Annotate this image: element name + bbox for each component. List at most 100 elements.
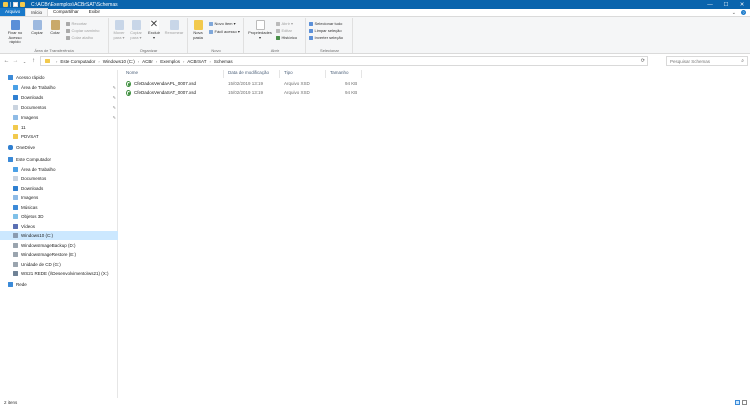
nav-quick-documents[interactable]: Documentos ✎ [0,103,118,112]
properties-icon[interactable] [13,2,18,7]
details-view-icon[interactable] [735,400,740,405]
back-button[interactable]: ← [2,56,11,66]
breadcrumb-acbr[interactable]: ACBr [142,59,153,64]
paste-shortcut-button[interactable]: Colar atalho [66,35,93,40]
new-item-button[interactable]: Novo item ▾ [209,21,236,26]
up-button[interactable]: ↑ [29,56,38,66]
delete-button[interactable]: ✕ Excluir ▾ [147,20,161,40]
large-icons-view-icon[interactable] [742,400,747,405]
column-type[interactable]: Tipo [284,70,293,75]
breadcrumb-this-pc[interactable]: Este Computador [60,59,95,64]
breadcrumb-exemplos[interactable]: Exemplos [160,59,180,64]
quick-access-toolbar [0,2,25,7]
nav-quick-pdvsat[interactable]: PDVSAT [0,132,118,141]
column-separator[interactable] [325,70,326,78]
copy-path-button[interactable]: Copiar caminho [66,28,100,33]
column-name[interactable]: Nome [126,70,138,75]
address-bar[interactable]: › Este Computador › Windows10 (C:) › ACB… [40,56,648,66]
nav-pc-pictures[interactable]: Imagens [0,193,118,202]
nav-onedrive[interactable]: OneDrive [0,143,118,152]
properties-button[interactable]: Propriedades ▾ [247,20,273,40]
new-folder-icon[interactable] [20,2,25,7]
new-folder-button[interactable]: Nova pasta [191,20,205,40]
breadcrumb-c-drive[interactable]: Windows10 (C:) [103,59,135,64]
select-all-button[interactable]: Selecionar tudo [309,21,342,26]
select-all-icon [309,21,313,26]
nav-pc-downloads[interactable]: Downloads [0,184,118,193]
status-bar: 2 itens [0,398,750,407]
chevron-right-icon: › [209,58,211,64]
paste-shortcut-icon [66,35,70,40]
open-button[interactable]: Abrir ▾ [276,21,293,26]
copy-icon [32,20,42,30]
invert-selection-button[interactable]: Inverter seleção [309,35,343,40]
nav-quick-desktop[interactable]: Área de Trabalho ✎ [0,83,118,92]
nav-pc-e-drive[interactable]: WindowsImageRestore (E:) [0,250,118,259]
column-separator[interactable] [279,70,280,78]
column-size[interactable]: Tamanho [330,70,349,75]
pin-icon: ✎ [112,115,116,120]
edit-button[interactable]: Editar [276,28,292,33]
recent-locations-button[interactable]: ⌄ [20,56,29,66]
group-label-open: Abrir [270,48,280,53]
select-none-button[interactable]: Limpar seleção [309,28,342,33]
cloud-icon [8,145,13,150]
column-modified[interactable]: Data de modificação [228,70,269,75]
nav-pc-videos[interactable]: Vídeos [0,222,118,231]
nav-pc-documents[interactable]: Documentos [0,174,118,183]
chevron-right-icon: › [56,58,58,64]
nav-pc-c-drive[interactable]: Windows10 (C:) [0,231,118,240]
column-separator[interactable] [361,70,362,78]
cut-button[interactable]: Recortar [66,21,87,26]
nav-pc-desktop[interactable]: Área de Trabalho [0,165,118,174]
file-row[interactable]: CfeDadosVendaSAT_0007.xsd 15/02/2019 13:… [123,89,363,97]
network-drive-icon [13,271,18,276]
select-none-icon [309,28,313,33]
move-to-button[interactable]: Mover para ▾ [112,20,126,40]
minimize-button[interactable]: — [702,0,718,9]
rename-icon [169,20,179,30]
help-icon[interactable]: ? [741,10,746,15]
nav-pc-d-drive[interactable]: WindowsImageBackup (D:) [0,241,118,250]
refresh-icon[interactable]: ⟳ [641,58,645,64]
paste-button[interactable]: Colar [48,20,62,36]
search-input[interactable]: Pesquisar Schemas ⌕ [666,56,748,66]
tab-compartilhar[interactable]: Compartilhar [48,8,84,16]
breadcrumb-acbrsat[interactable]: ACBrSAT [187,59,206,64]
network-icon [8,282,13,287]
nav-pc-music[interactable]: Músicas [0,203,118,212]
xsd-file-icon [126,81,131,87]
tab-exibir[interactable]: Exibir [84,8,105,16]
maximize-button[interactable]: ☐ [718,0,734,9]
chevron-down-icon[interactable]: ⌄ [732,10,736,16]
copy-to-button[interactable]: Copiar para ▾ [129,20,143,40]
nav-quick-access[interactable]: Acesso rápido [0,73,118,82]
easy-access-button[interactable]: Fácil acesso ▾ [209,29,240,34]
open-icon [276,21,280,26]
copy-to-icon [131,20,141,30]
file-size: 94 KB [345,90,358,95]
copy-path-icon [66,28,70,33]
close-button[interactable]: ✕ [734,0,750,9]
tab-arquivo[interactable]: Arquivo [0,8,26,16]
copy-button[interactable]: Copiar [30,20,44,36]
tab-inicio[interactable]: Início [25,8,49,16]
cube-icon [13,214,18,219]
column-separator[interactable] [223,70,224,78]
nav-pc-g-drive[interactable]: Unidade de CD (G:) [0,260,118,269]
rename-button[interactable]: Renomear [164,20,184,36]
nav-pc-x-drive[interactable]: WS21 REDE (\\Desenvolvimento\ws21) (X:) [0,269,118,278]
nav-network[interactable]: Rede [0,280,118,289]
breadcrumb-schemas[interactable]: Schemas [214,59,233,64]
folder-icon [45,59,50,63]
file-row[interactable]: CfeDadosVendaAPL_0007.xsd 15/02/2019 13:… [123,80,363,88]
nav-this-pc[interactable]: Este Computador [0,155,118,164]
nav-quick-downloads[interactable]: Downloads ✎ [0,93,118,102]
nav-pc-3d-objects[interactable]: Objetos 3D [0,212,118,221]
pin-icon: ✎ [112,105,116,110]
pin-quick-access-button[interactable]: Fixar no Acesso rápido [3,20,27,45]
history-button[interactable]: Histórico [276,35,297,40]
forward-button[interactable]: → [11,56,20,66]
nav-quick-11[interactable]: 11 [0,123,118,132]
nav-quick-pictures[interactable]: Imagens ✎ [0,113,118,122]
